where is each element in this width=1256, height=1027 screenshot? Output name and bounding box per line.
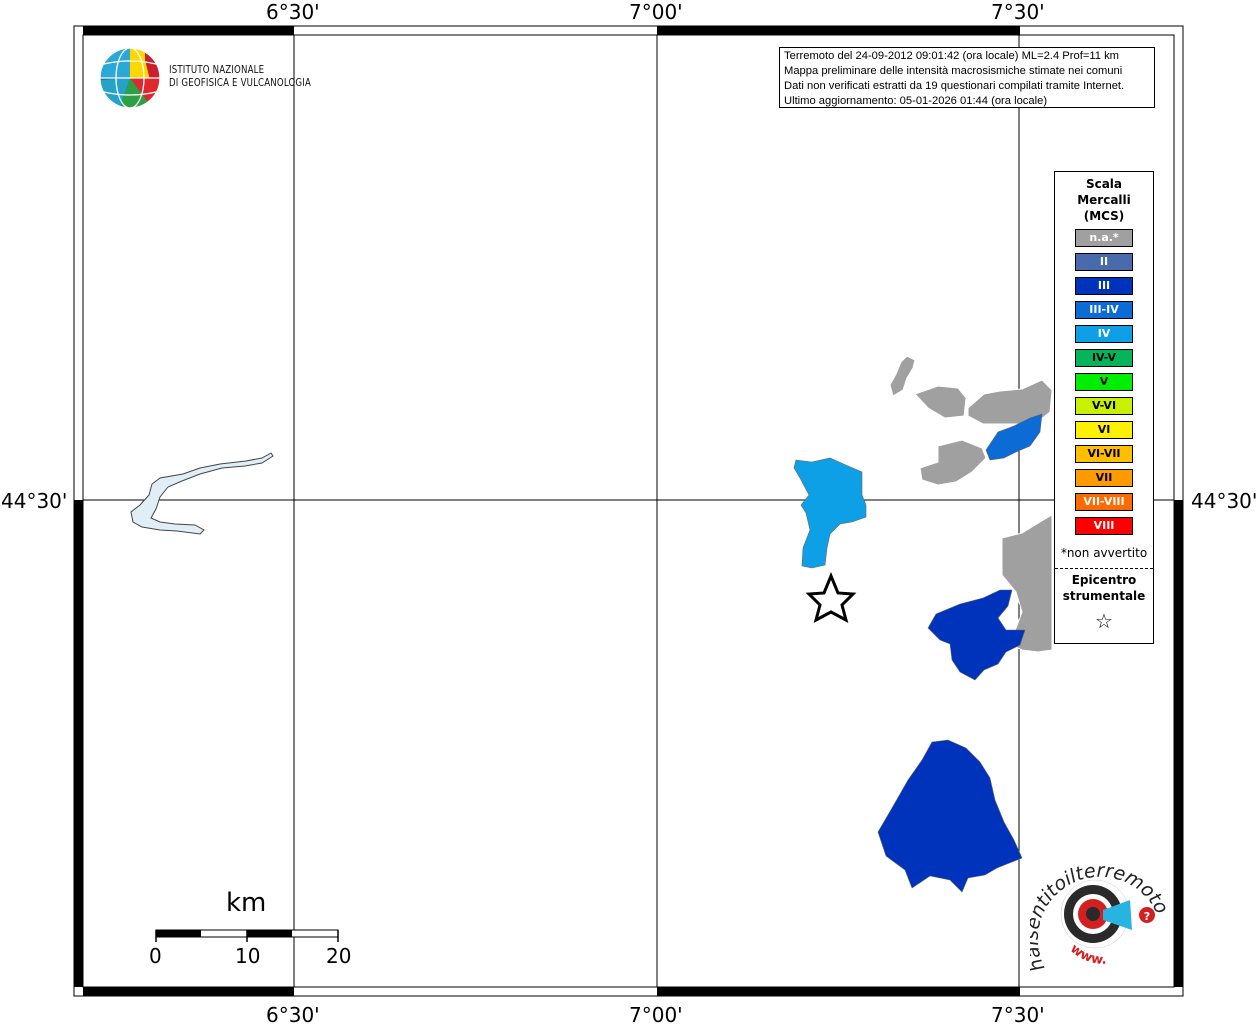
scale-unit: km	[226, 888, 267, 918]
haisentito-www: www.	[1067, 941, 1106, 968]
info-line-update: Ultimo aggiornamento: 05-01-2026 01:44 (…	[784, 95, 1048, 107]
legend-title: Scala Mercalli (MCS)	[1055, 176, 1153, 224]
legend-item: II	[1075, 253, 1133, 271]
lon-label-bottom-730: 7°30'	[991, 1003, 1045, 1027]
info-line-data: Dati non verificati estratti da 19 quest…	[784, 80, 1125, 92]
ingv-logo-globe	[99, 47, 161, 109]
legend-item: IV	[1075, 325, 1133, 343]
info-line-event: Terremoto del 24-09-2012 09:01:42 (ora l…	[784, 50, 1119, 62]
legend-epicenter-line1: Epicentro	[1071, 573, 1137, 587]
legend-item: V	[1075, 373, 1133, 391]
legend-item: IV-V	[1075, 349, 1133, 367]
legend-note: *non avvertito	[1060, 546, 1148, 560]
legend-item: V-VI	[1075, 397, 1133, 415]
ingv-logo-line1: ISTITUTO NAZIONALE	[169, 64, 265, 76]
lat-label-left: 44°30'	[1, 489, 68, 513]
ingv-logo-text: ISTITUTO NAZIONALE DI GEOFISICA E VULCAN…	[169, 64, 311, 90]
legend-title-line2: Mercalli	[1077, 193, 1131, 207]
legend-title-line1: Scala	[1085, 177, 1123, 191]
scale-tick-10: 10	[235, 944, 261, 968]
lon-label-bottom-700: 7°00'	[629, 1003, 683, 1027]
info-line-map: Mappa preliminare delle intensità macros…	[784, 65, 1123, 77]
lon-label-bottom-630: 6°30'	[266, 1003, 320, 1027]
event-info-box: Terremoto del 24-09-2012 09:01:42 (ora l…	[779, 47, 1155, 108]
lon-label-top-730: 7°30'	[991, 0, 1045, 24]
ingv-logo-line2: DI GEOFISICA E VULCANOLOGIA	[169, 77, 312, 89]
scale-tick-0: 0	[149, 944, 162, 968]
legend-title-line3: (MCS)	[1083, 209, 1125, 223]
legend-item: VII	[1075, 469, 1133, 487]
mcs-legend: Scala Mercalli (MCS) n.a.* II III III-IV IV I…	[1054, 171, 1154, 644]
lat-label-right: 44°30'	[1191, 489, 1256, 513]
scale-tick-20: 20	[326, 944, 352, 968]
legend-item: VIII	[1075, 517, 1133, 535]
legend-separator	[1055, 568, 1153, 569]
lon-label-top-700: 7°00'	[629, 0, 683, 24]
legend-item: VII-VIII	[1075, 493, 1133, 511]
legend-epicenter-label: Epicentro strumentale	[1055, 572, 1153, 604]
legend-epicenter-line2: strumentale	[1062, 589, 1146, 603]
legend-item: III-IV	[1075, 301, 1133, 319]
legend-item: VI	[1075, 421, 1133, 439]
legend-epicenter-star-icon: ☆	[1095, 611, 1113, 633]
haisentito-logo-text: haisentitoilterremoto.it www.	[1030, 850, 1170, 975]
legend-item: III	[1075, 277, 1133, 295]
lon-label-top-630: 6°30'	[266, 0, 320, 24]
legend-item: VI-VII	[1075, 445, 1133, 463]
legend-item: n.a.*	[1075, 229, 1133, 247]
